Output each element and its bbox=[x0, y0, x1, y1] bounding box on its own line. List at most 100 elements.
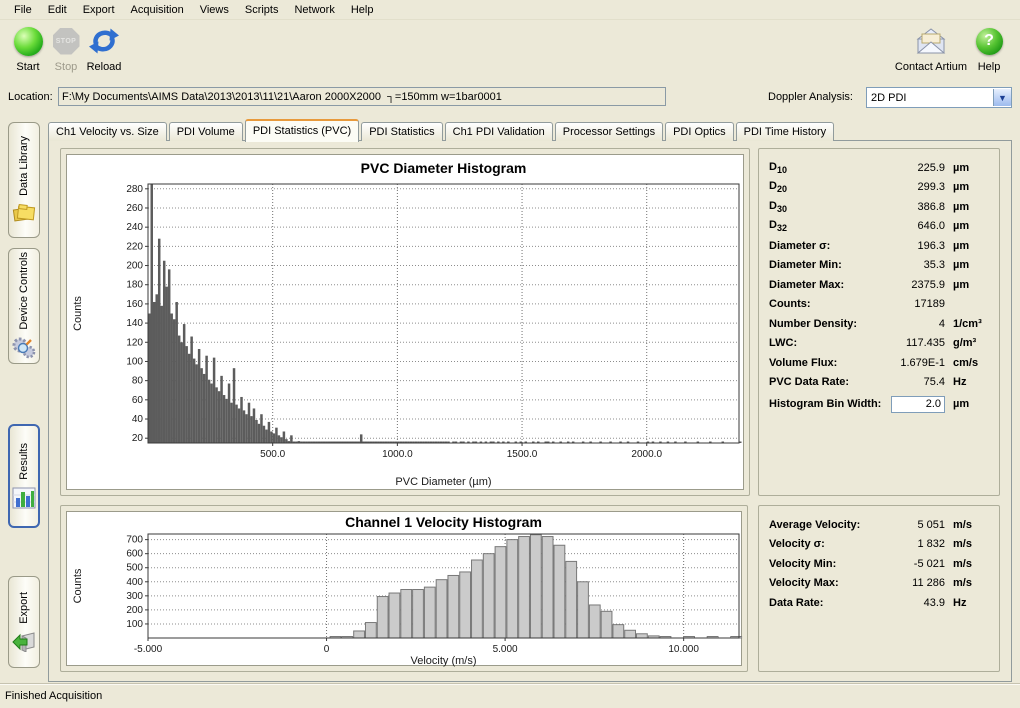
svg-text:20: 20 bbox=[132, 433, 144, 444]
svg-text:280: 280 bbox=[126, 184, 143, 195]
svg-text:-5.000: -5.000 bbox=[134, 644, 163, 655]
sidebar-label-export: Export bbox=[18, 592, 30, 624]
velocity-histogram-chart: 100200300400500600700-5.00005.00010.000C… bbox=[66, 511, 742, 666]
location-input[interactable] bbox=[58, 87, 666, 106]
reload-button[interactable]: Reload bbox=[82, 24, 126, 73]
svg-text:220: 220 bbox=[126, 241, 143, 252]
svg-text:10.000: 10.000 bbox=[668, 644, 699, 655]
stat-row-velocity-min: Velocity Min: -5 021m/s bbox=[769, 554, 989, 574]
svg-text:200: 200 bbox=[126, 605, 143, 616]
help-icon: ? bbox=[976, 28, 1003, 55]
doppler-analysis-dropdown[interactable]: 2D PDI ▼ bbox=[866, 87, 1012, 108]
menu-network[interactable]: Network bbox=[286, 2, 342, 18]
status-text: Finished Acquisition bbox=[5, 690, 102, 702]
pvc-diameter-histogram-panel: 2040608010012014016018020022024026028050… bbox=[60, 148, 750, 496]
svg-text:2000.0: 2000.0 bbox=[631, 449, 662, 460]
sidebar-item-results[interactable]: Results bbox=[8, 424, 40, 528]
chevron-down-icon[interactable]: ▼ bbox=[993, 89, 1011, 106]
velocity-stats-panel: Average Velocity: 5 051m/s Velocity σ: 1… bbox=[758, 505, 1000, 672]
export-arrow-icon bbox=[12, 630, 36, 652]
menu-acquisition[interactable]: Acquisition bbox=[123, 2, 192, 18]
pvc-diameter-histogram-chart: 2040608010012014016018020022024026028050… bbox=[66, 154, 744, 490]
stat-row-histogram-bin-width: Histogram Bin Width: µm bbox=[769, 392, 989, 416]
svg-text:PVC Diameter Histogram: PVC Diameter Histogram bbox=[361, 160, 527, 176]
svg-text:Counts: Counts bbox=[72, 296, 84, 331]
contact-artium-button[interactable]: Contact Artium bbox=[891, 24, 971, 73]
sidebar-label-data-library: Data Library bbox=[18, 136, 30, 196]
start-button[interactable]: Start bbox=[6, 24, 50, 73]
svg-text:PVC Diameter (µm): PVC Diameter (µm) bbox=[395, 476, 491, 488]
svg-text:100: 100 bbox=[126, 356, 143, 367]
envelope-icon bbox=[914, 27, 948, 55]
stat-row-velocity-max: Velocity Max: 11 286m/s bbox=[769, 574, 989, 594]
svg-text:500.0: 500.0 bbox=[260, 449, 285, 460]
svg-text:100: 100 bbox=[126, 619, 143, 630]
doppler-analysis-value: 2D PDI bbox=[867, 92, 993, 104]
sidebar-item-export[interactable]: Export bbox=[8, 576, 40, 668]
stat-row-lwc: LWC: 117.435g/m³ bbox=[769, 334, 989, 354]
menu-export[interactable]: Export bbox=[75, 2, 123, 18]
bar-chart-icon bbox=[12, 487, 36, 509]
stat-row-counts: Counts: 17189 bbox=[769, 295, 989, 315]
tab-ch1-velocity-vs-size[interactable]: Ch1 Velocity vs. Size bbox=[48, 122, 167, 141]
velocity-histogram-panel: 100200300400500600700-5.00005.00010.000C… bbox=[60, 505, 748, 672]
stat-row-d32: D32 646.0µm bbox=[769, 217, 989, 237]
start-label: Start bbox=[6, 61, 50, 73]
tab-pdi-optics[interactable]: PDI Optics bbox=[665, 122, 734, 141]
svg-text:200: 200 bbox=[126, 261, 143, 272]
tab-pdi-statistics[interactable]: PDI Statistics bbox=[361, 122, 442, 141]
stop-label: Stop bbox=[46, 61, 86, 73]
svg-text:0: 0 bbox=[324, 644, 330, 655]
stat-row-d10: D10 225.9µm bbox=[769, 158, 989, 178]
stat-row-diameter-max: Diameter Max: 2375.9µm bbox=[769, 275, 989, 295]
svg-text:260: 260 bbox=[126, 203, 143, 214]
stat-row-d20: D20 299.3µm bbox=[769, 178, 989, 198]
help-button[interactable]: ? Help bbox=[967, 24, 1011, 73]
svg-text:60: 60 bbox=[132, 395, 144, 406]
tab-pdi-time-history[interactable]: PDI Time History bbox=[736, 122, 835, 141]
stat-row-d30: D30 386.8µm bbox=[769, 197, 989, 217]
menu-help[interactable]: Help bbox=[343, 2, 382, 18]
svg-text:Counts: Counts bbox=[72, 568, 84, 603]
stat-row-diameter-min: Diameter Min: 35.3µm bbox=[769, 256, 989, 276]
svg-text:240: 240 bbox=[126, 222, 143, 233]
svg-text:600: 600 bbox=[126, 549, 143, 560]
menu-scripts[interactable]: Scripts bbox=[237, 2, 287, 18]
svg-text:1000.0: 1000.0 bbox=[382, 449, 413, 460]
tab-ch1-pdi-validation[interactable]: Ch1 PDI Validation bbox=[445, 122, 553, 141]
diameter-stats-panel: D10 225.9µm D20 299.3µm D30 386.8µm D32 … bbox=[758, 148, 1000, 496]
menu-bar: File Edit Export Acquisition Views Scrip… bbox=[0, 0, 1020, 20]
tab-processor-settings[interactable]: Processor Settings bbox=[555, 122, 663, 141]
stop-button[interactable]: STOP Stop bbox=[46, 24, 86, 73]
reload-icon bbox=[89, 26, 119, 56]
svg-text:1500.0: 1500.0 bbox=[507, 449, 538, 460]
stat-row-velocity-sigma: Velocity σ: 1 832m/s bbox=[769, 535, 989, 555]
status-bar: Finished Acquisition bbox=[0, 683, 1020, 708]
menu-edit[interactable]: Edit bbox=[40, 2, 75, 18]
svg-text:Channel 1 Velocity Histogram: Channel 1 Velocity Histogram bbox=[345, 514, 542, 530]
svg-text:300: 300 bbox=[126, 591, 143, 602]
svg-text:400: 400 bbox=[126, 577, 143, 588]
svg-text:Velocity (m/s): Velocity (m/s) bbox=[410, 655, 476, 667]
stat-row-data-rate: Data Rate: 43.9Hz bbox=[769, 593, 989, 613]
tab-pdi-volume[interactable]: PDI Volume bbox=[169, 122, 243, 141]
svg-text:120: 120 bbox=[126, 337, 143, 348]
stat-row-average-velocity: Average Velocity: 5 051m/s bbox=[769, 515, 989, 535]
sidebar-label-device-controls: Device Controls bbox=[18, 252, 30, 330]
stat-row-pvc-data-rate: PVC Data Rate: 75.4Hz bbox=[769, 373, 989, 393]
histogram-bin-width-input[interactable] bbox=[891, 396, 945, 413]
svg-text:5.000: 5.000 bbox=[493, 644, 518, 655]
gears-magnifier-icon bbox=[12, 336, 36, 360]
menu-file[interactable]: File bbox=[6, 2, 40, 18]
start-icon bbox=[14, 27, 43, 56]
stop-icon: STOP bbox=[53, 28, 80, 55]
menu-views[interactable]: Views bbox=[192, 2, 237, 18]
stat-row-number-density: Number Density: 41/cm³ bbox=[769, 314, 989, 334]
sidebar-item-device-controls[interactable]: Device Controls bbox=[8, 248, 40, 364]
sidebar-item-data-library[interactable]: Data Library bbox=[8, 122, 40, 238]
folders-icon bbox=[12, 202, 36, 224]
svg-text:160: 160 bbox=[126, 299, 143, 310]
tab-pdi-statistics-pvc[interactable]: PDI Statistics (PVC) bbox=[245, 119, 359, 142]
help-label: Help bbox=[967, 61, 1011, 73]
stat-row-volume-flux: Volume Flux: 1.679E-1cm/s bbox=[769, 353, 989, 373]
